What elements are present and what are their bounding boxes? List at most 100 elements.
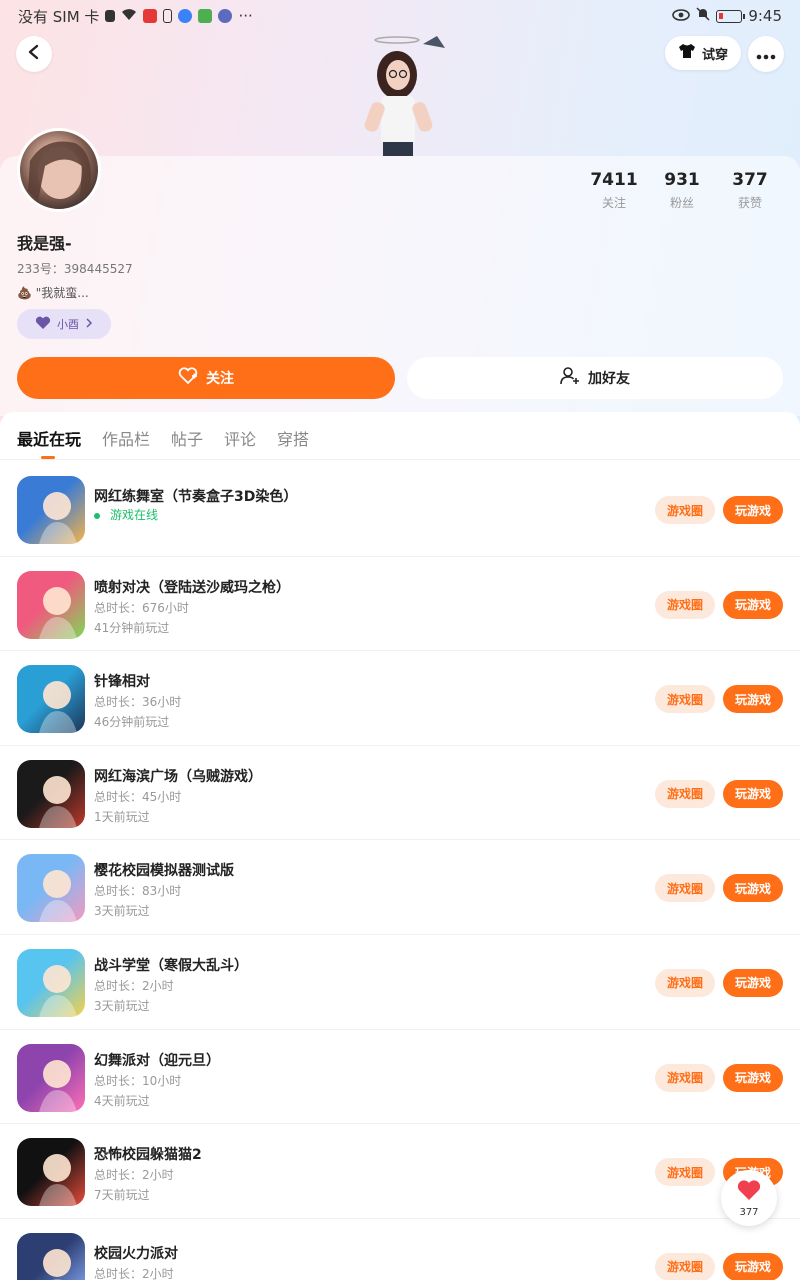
game-row[interactable]: 网红海滨广场（乌贼游戏） 总时长：45小时 1天前玩过 游戏圈 玩游戏	[0, 746, 800, 841]
like-button[interactable]: 377	[721, 1170, 777, 1226]
tab-comments[interactable]: 评论	[224, 426, 256, 450]
game-sub-text: 总时长：2小时	[94, 1168, 174, 1183]
status-bar: 没有 SIM 卡 ··· 9:45	[0, 0, 800, 32]
tab-works[interactable]: 作品栏	[102, 426, 150, 450]
game-playtime: 总时长：2小时	[94, 1166, 174, 1183]
stat-following[interactable]: 7411 关注	[580, 170, 648, 211]
profile-tabs: 最近在玩 作品栏 帖子 评论 穿搭	[0, 412, 800, 460]
game-row[interactable]: 网红练舞室（节奏盒子3D染色） 游戏在线 游戏圈 玩游戏	[0, 462, 800, 557]
game-icon[interactable]	[17, 1138, 85, 1207]
game-circle-button[interactable]: 游戏圈	[655, 1252, 715, 1280]
more-options-button[interactable]	[748, 36, 784, 72]
game-sub-text: 总时长：10小时	[94, 1073, 182, 1088]
game-title: 樱花校园模拟器测试版	[94, 863, 234, 880]
tab-active-indicator	[41, 456, 55, 459]
app-notification-icon	[198, 9, 213, 23]
game-circle-button[interactable]: 游戏圈	[655, 685, 715, 714]
mute-icon	[696, 7, 710, 25]
tshirt-icon	[678, 43, 696, 63]
stat-value: 7411	[590, 170, 638, 190]
stat-label: 获赞	[737, 196, 762, 210]
game-icon[interactable]	[17, 854, 85, 923]
back-button[interactable]	[16, 36, 52, 72]
battery-icon	[716, 9, 746, 23]
game-title: 针锋相对	[94, 674, 150, 691]
game-icon[interactable]	[17, 476, 85, 544]
stat-label: 关注	[601, 196, 626, 210]
more-dots-icon	[756, 45, 776, 64]
game-icon[interactable]	[17, 1232, 85, 1280]
heart-icon	[736, 1179, 762, 1205]
game-playtime: 总时长：36小时	[94, 693, 181, 710]
add-friend-button[interactable]: 加好友	[407, 357, 783, 399]
bio-text: "我就蛮...	[35, 286, 89, 300]
play-game-button[interactable]: 玩游戏	[723, 1063, 783, 1092]
play-game-button[interactable]: 玩游戏	[723, 590, 783, 619]
relationship-tag[interactable]: 小酉	[17, 309, 111, 339]
game-icon[interactable]	[17, 1043, 85, 1112]
wifi-icon	[121, 7, 137, 25]
game-sub-text: 总时长：2小时	[94, 978, 174, 993]
stat-followers[interactable]: 931 粉丝	[648, 170, 716, 211]
game-circle-button[interactable]: 游戏圈	[655, 1158, 715, 1187]
game-circle-button[interactable]: 游戏圈	[655, 874, 715, 903]
game-row[interactable]: 幻舞派对（迎元旦） 总时长：10小时 4天前玩过 游戏圈 玩游戏	[0, 1030, 800, 1125]
tab-posts[interactable]: 帖子	[171, 426, 203, 450]
heart-icon	[35, 316, 51, 333]
avatar-3d-character[interactable]	[345, 30, 455, 156]
play-game-button[interactable]: 玩游戏	[723, 496, 783, 524]
tab-outfits[interactable]: 穿搭	[277, 426, 309, 450]
game-last-played: 3天前玩过	[94, 904, 150, 919]
game-sub-text: 总时长：2小时	[94, 1266, 174, 1280]
game-icon[interactable]	[17, 759, 85, 828]
try-on-button[interactable]: 试穿	[665, 36, 741, 70]
online-dot-icon	[94, 512, 100, 519]
game-last-played: 3天前玩过	[94, 998, 150, 1013]
game-playtime: 总时长：10小时	[94, 1072, 181, 1089]
play-game-button[interactable]: 玩游戏	[723, 1252, 783, 1280]
play-game-button[interactable]: 玩游戏	[723, 874, 783, 903]
alert-icon	[105, 10, 116, 22]
like-count: 377	[739, 1206, 759, 1218]
game-icon[interactable]	[17, 570, 85, 639]
game-title: 喷射对决（登陆送沙威玛之枪）	[94, 579, 290, 596]
play-game-button[interactable]: 玩游戏	[723, 968, 783, 997]
game-icon[interactable]	[17, 665, 85, 734]
game-playtime: 总时长：83小时	[94, 882, 181, 899]
game-playtime: 总时长：2小时	[94, 977, 174, 994]
carrier-text: 没有 SIM 卡	[18, 7, 100, 26]
game-title: 网红练舞室（节奏盒子3D染色）	[94, 489, 298, 505]
add-friend-label: 加好友	[588, 371, 630, 387]
app-notification-icon	[178, 9, 193, 23]
game-sub-text: 总时长：83小时	[94, 884, 182, 899]
game-row[interactable]: 校园火力派对 总时长：2小时 游戏圈 玩游戏	[0, 1219, 800, 1280]
stat-likes[interactable]: 377 获赞	[716, 170, 784, 211]
follow-button[interactable]: 关注	[17, 357, 395, 399]
game-row[interactable]: 战斗学堂（寒假大乱斗） 总时长：2小时 3天前玩过 游戏圈 玩游戏	[0, 935, 800, 1030]
battery-saver-icon	[163, 9, 173, 23]
game-playtime: 总时长：45小时	[94, 788, 181, 805]
game-circle-button[interactable]: 游戏圈	[655, 1063, 715, 1092]
profile-bio[interactable]: 💩 "我就蛮...	[17, 284, 89, 301]
play-game-button[interactable]: 玩游戏	[723, 779, 783, 808]
game-playtime: 总时长：676小时	[94, 599, 189, 616]
game-row[interactable]: 针锋相对 总时长：36小时 46分钟前玩过 游戏圈 玩游戏	[0, 651, 800, 746]
game-last-played: 7天前玩过	[94, 1188, 150, 1203]
game-row[interactable]: 樱花校园模拟器测试版 总时长：83小时 3天前玩过 游戏圈 玩游戏	[0, 840, 800, 935]
game-last-played: 4天前玩过	[94, 1093, 150, 1108]
game-row[interactable]: 恐怖校园躲猫猫2总时长：2小时7天前玩过游戏圈玩游戏	[0, 1124, 800, 1219]
game-circle-button[interactable]: 游戏圈	[655, 779, 715, 808]
eye-icon	[672, 7, 691, 25]
game-sub-text: 总时长：36小时	[94, 695, 182, 710]
game-row[interactable]: 喷射对决（登陆送沙威玛之枪） 总时长：676小时 41分钟前玩过 游戏圈 玩游戏	[0, 557, 800, 652]
avatar[interactable]	[17, 128, 101, 212]
online-status: 游戏在线	[94, 506, 158, 523]
game-sub-text: 总时长：45小时	[94, 789, 182, 804]
game-circle-button[interactable]: 游戏圈	[655, 496, 715, 524]
game-circle-button[interactable]: 游戏圈	[655, 590, 715, 619]
game-circle-button[interactable]: 游戏圈	[655, 968, 715, 997]
play-game-button[interactable]: 玩游戏	[723, 685, 783, 714]
clock: 9:45	[748, 7, 782, 25]
tab-recently-played[interactable]: 最近在玩	[17, 426, 81, 450]
game-icon[interactable]	[17, 948, 85, 1017]
